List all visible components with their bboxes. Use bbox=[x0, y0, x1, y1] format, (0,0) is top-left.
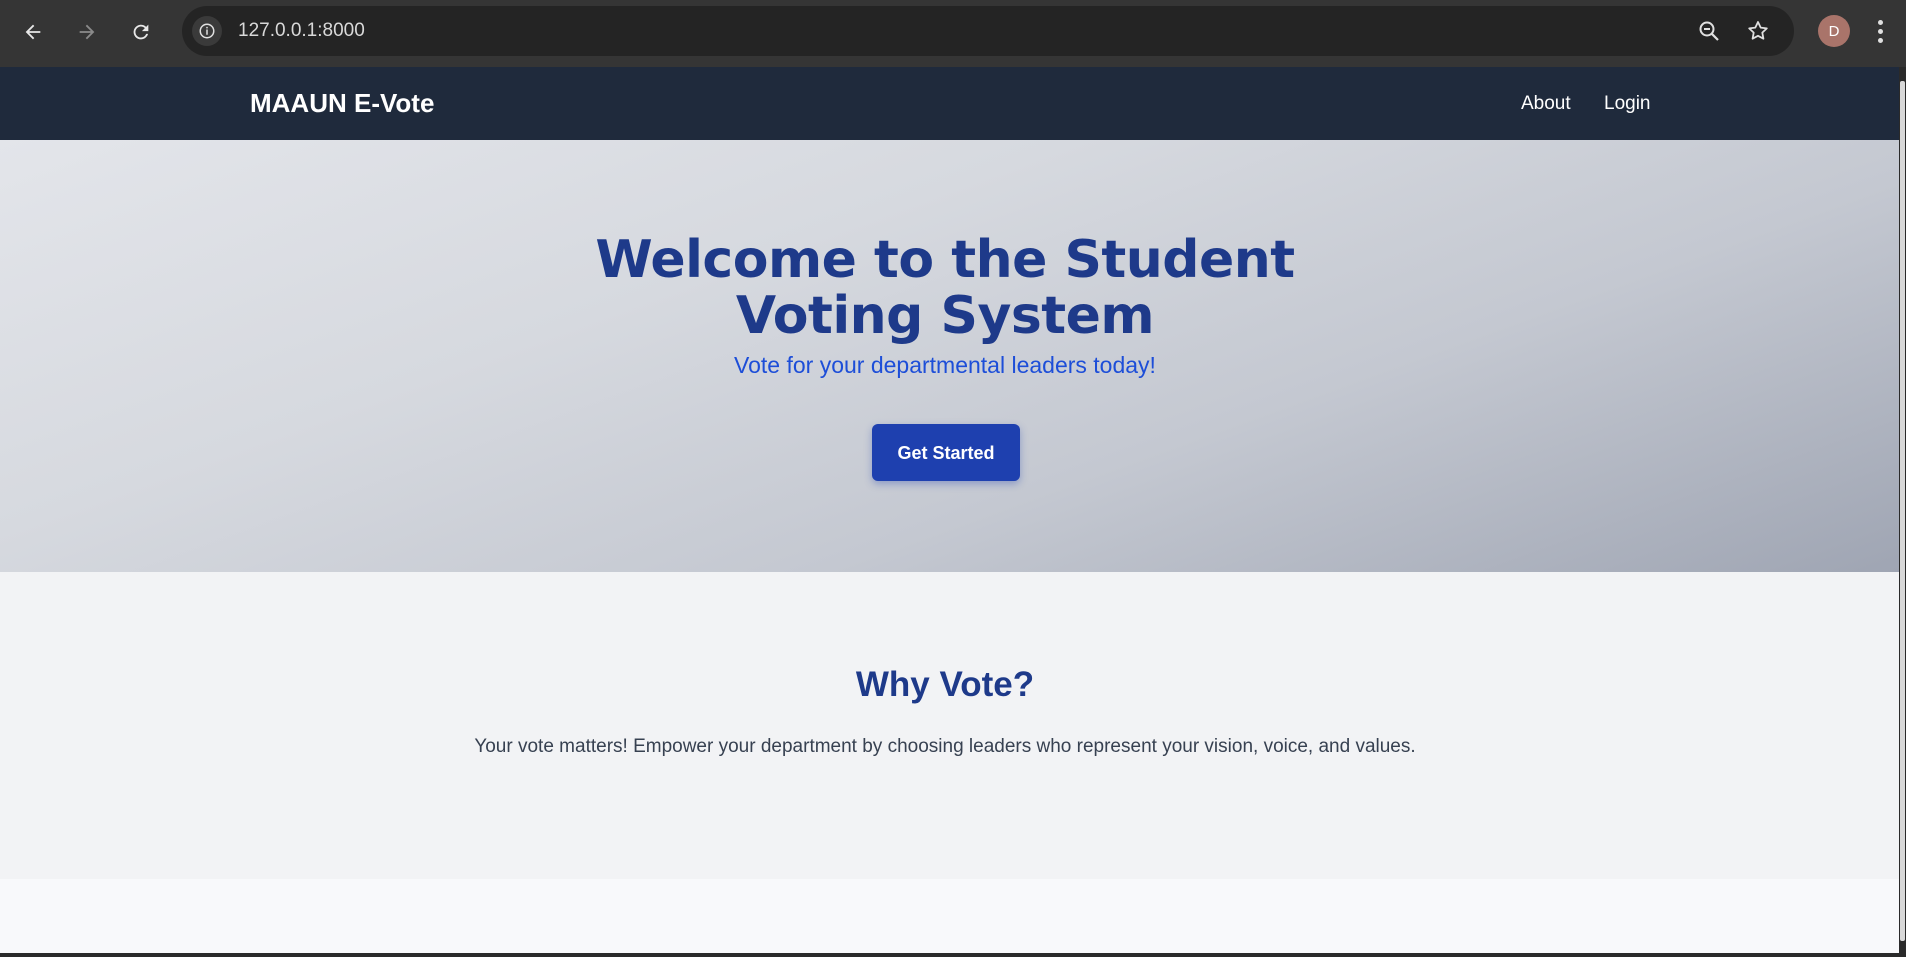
hero-title-line2: Voting System bbox=[735, 286, 1155, 346]
hero-title: Welcome to the Student Voting System bbox=[0, 232, 1890, 344]
scrollbar[interactable] bbox=[1899, 67, 1906, 953]
brand-logo[interactable]: MAAUN E-Vote bbox=[250, 67, 434, 140]
nav-link-login[interactable]: Login bbox=[1604, 67, 1651, 140]
arrow-left-icon bbox=[25, 24, 41, 40]
browser-toolbar: 127.0.0.1:8000 D bbox=[0, 0, 1906, 67]
address-bar[interactable]: 127.0.0.1:8000 bbox=[182, 6, 1794, 56]
zoom-out-icon[interactable] bbox=[1696, 18, 1722, 44]
kebab-menu-icon[interactable] bbox=[1870, 16, 1890, 46]
hero-subtitle: Vote for your departmental leaders today… bbox=[734, 352, 1156, 378]
nav-link-about[interactable]: About bbox=[1521, 67, 1571, 140]
why-vote-text: Your vote matters! Empower your departme… bbox=[474, 736, 1416, 757]
reload-icon bbox=[133, 24, 149, 40]
star-icon[interactable] bbox=[1745, 18, 1771, 44]
why-vote-section: Why Vote? Your vote matters! Empower you… bbox=[0, 572, 1899, 879]
get-started-button[interactable]: Get Started bbox=[872, 424, 1020, 481]
back-button[interactable] bbox=[15, 14, 51, 50]
reload-button[interactable] bbox=[123, 14, 159, 50]
url-text[interactable]: 127.0.0.1:8000 bbox=[238, 6, 365, 56]
profile-avatar[interactable]: D bbox=[1818, 15, 1850, 47]
hero-section: Welcome to the Student Voting System Vot… bbox=[0, 140, 1899, 572]
scrollbar-thumb[interactable] bbox=[1900, 81, 1905, 941]
hero-title-line1: Welcome to the Student bbox=[595, 230, 1295, 290]
why-vote-title: Why Vote? bbox=[855, 665, 1035, 704]
window-bottom-edge bbox=[0, 953, 1906, 957]
forward-button[interactable] bbox=[69, 14, 105, 50]
page-bottom-area bbox=[0, 879, 1899, 953]
info-icon[interactable] bbox=[192, 16, 222, 46]
arrow-right-icon bbox=[79, 24, 95, 40]
site-navbar: MAAUN E-Vote About Login bbox=[0, 67, 1899, 140]
page-viewport: MAAUN E-Vote About Login Welcome to the … bbox=[0, 67, 1899, 953]
